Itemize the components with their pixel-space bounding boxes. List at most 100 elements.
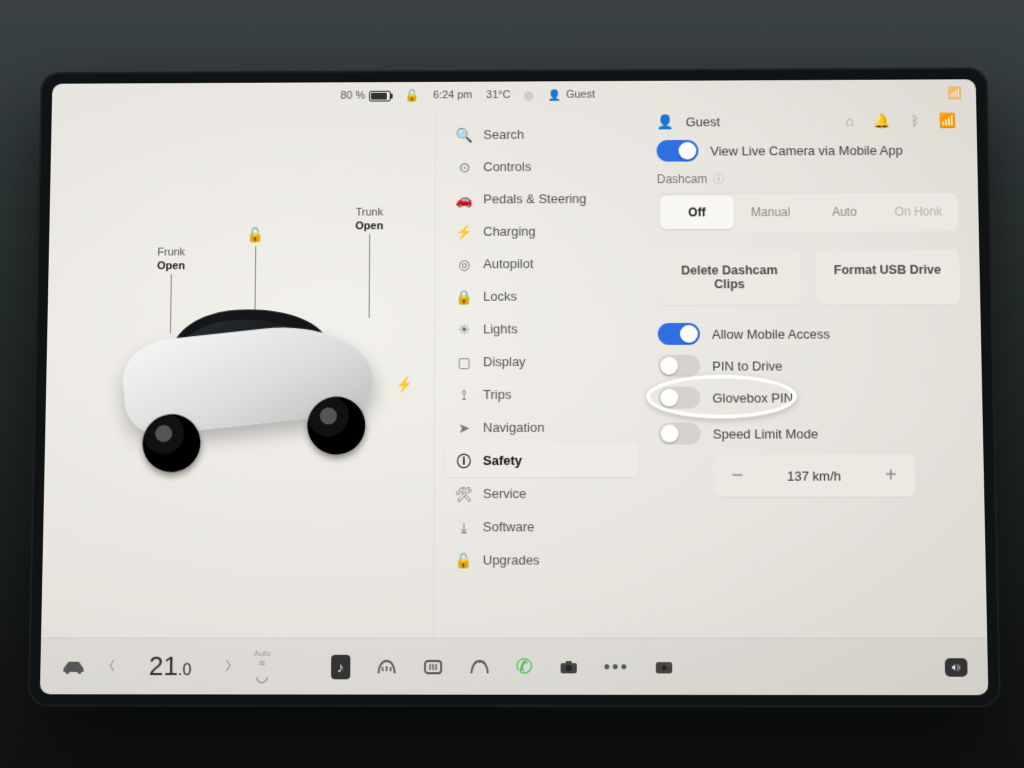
menu-item-locks[interactable]: 🔒Locks [445, 280, 637, 313]
camera-icon[interactable] [559, 660, 577, 674]
delete-dashcam-button[interactable]: Delete Dashcam Clips [657, 249, 801, 305]
homelink-icon[interactable]: ⌂ [845, 113, 854, 130]
car-icon[interactable] [60, 658, 86, 674]
touchscreen-frame: 80 % 🔓 6:24 pm 31°C ◎ 👤 Guest 📶 Frunk Op… [28, 67, 1001, 707]
lock-callout[interactable]: 🔓 [246, 227, 263, 244]
trunk-callout[interactable]: Trunk Open [355, 207, 383, 234]
defrost-rear-icon[interactable] [423, 658, 443, 674]
format-usb-button[interactable]: Format USB Drive [815, 249, 960, 305]
menu-item-pedals-steering[interactable]: 🚗 Pedals & Steering [446, 182, 638, 215]
menu-item-autopilot[interactable]: ◎ Autopilot [445, 247, 637, 280]
menu-item-software[interactable]: ⤓Software [445, 510, 639, 543]
menu-label: Pedals & Steering [483, 191, 586, 206]
bell-icon[interactable]: 🔔 [874, 113, 892, 130]
menu-item-display[interactable]: ▢Display [445, 345, 638, 378]
cabin-temp[interactable]: 21.0 [149, 651, 192, 683]
label-mobile-access: Allow Mobile Access [712, 326, 830, 341]
temp-up[interactable]: 〉 [219, 658, 243, 675]
label-glovebox-pin: Glovebox PIN [712, 390, 793, 405]
speed-decrement-button[interactable]: − [713, 455, 762, 497]
menu-item-navigation[interactable]: ➤Navigation [445, 411, 639, 444]
safety-settings: 👤 Guest ⌂ 🔔 ᛒ 📶 View Live Camera via Mob… [643, 107, 988, 638]
menu-label: Autopilot [483, 256, 533, 271]
dashcam-icon[interactable] [655, 660, 673, 674]
menu-label: Safety [483, 453, 522, 468]
temp-down[interactable]: 〈 [96, 658, 120, 675]
profile-name: Guest [566, 89, 595, 101]
profile-chip[interactable]: 👤 Guest [548, 88, 596, 101]
speed-limit-stepper: − 137 km/h + [713, 454, 915, 496]
info-icon[interactable]: ⓘ [713, 171, 724, 187]
wifi-icon[interactable]: 📶 [939, 112, 957, 129]
more-icon[interactable]: ••• [604, 658, 629, 676]
car-panel: Frunk Open Trunk Open 🔓 ⚡ [41, 109, 435, 638]
menu-icon: ◎ [455, 257, 473, 271]
speed-increment-button[interactable]: + [866, 454, 915, 496]
dashcam-label: Dashcam [657, 172, 707, 186]
frunk-callout[interactable]: Frunk Open [157, 247, 185, 274]
menu-item-lights[interactable]: ☀ Lights [445, 312, 638, 345]
menu-icon: ▢ [455, 355, 473, 369]
toggle-pin-to-drive[interactable] [658, 355, 700, 377]
menu-icon: 🛠 [455, 487, 473, 501]
battery-icon [369, 90, 391, 101]
menu-icon: 🔍 [456, 128, 474, 142]
menu-item-trips[interactable]: ⟟Trips [445, 378, 638, 411]
person-icon: 👤 [548, 89, 562, 102]
menu-item-search[interactable]: 🔍 Search [446, 118, 637, 151]
label-live-camera: View Live Camera via Mobile App [710, 142, 903, 157]
menu-icon: ☀ [455, 322, 473, 336]
music-icon[interactable]: ♪ [331, 654, 350, 678]
menu-item-safety[interactable]: ⓘ Safety [445, 444, 639, 477]
main-area: Frunk Open Trunk Open 🔓 ⚡ [41, 107, 987, 638]
menu-icon: 🚗 [455, 192, 473, 206]
dashcam-option-manual[interactable]: Manual [734, 195, 808, 229]
menu-icon: 🔓 [455, 553, 473, 567]
battery-indicator[interactable]: 80 % [340, 90, 390, 102]
speed-limit-value: 137 km/h [761, 468, 866, 483]
toggle-speed-limit-mode[interactable] [658, 423, 700, 445]
car-illustration: ⚡ [97, 275, 411, 484]
status-bar: 80 % 🔓 6:24 pm 31°C ◎ 👤 Guest 📶 [52, 79, 977, 111]
toggle-mobile-access[interactable] [658, 323, 700, 345]
frunk-label: Frunk [157, 247, 185, 259]
menu-label: Lights [483, 321, 518, 336]
menu-label: Service [483, 486, 527, 501]
toggle-live-camera[interactable] [657, 140, 699, 162]
menu-label: Trips [483, 387, 511, 402]
wifi-icon[interactable]: 📶 [947, 86, 962, 100]
settings-menu: 🔍 Search ⊙Controls 🚗 Pedals & Steering ⚡Charg… [433, 108, 645, 638]
battery-percent: 80 % [340, 90, 365, 102]
menu-label: Upgrades [483, 552, 540, 567]
toggle-glovebox-pin[interactable] [658, 387, 700, 409]
seat-heater-driver[interactable]: Auto ≋ ◟◞ [254, 650, 271, 684]
dashcam-option-auto[interactable]: Auto [807, 195, 881, 229]
menu-icon: ⤓ [455, 520, 473, 534]
outside-temp: 31°C [486, 89, 510, 101]
screen: 80 % 🔓 6:24 pm 31°C ◎ 👤 Guest 📶 Frunk Op… [40, 79, 989, 695]
dashcam-option-on-honk: On Honk [881, 195, 956, 229]
menu-item-charging[interactable]: ⚡Charging [445, 215, 637, 248]
bluetooth-icon[interactable]: ᛒ [911, 113, 920, 130]
defrost-front-icon[interactable] [376, 657, 396, 675]
clock: 6:24 pm [433, 89, 472, 101]
menu-item-upgrades[interactable]: 🔓 Upgrades [444, 543, 639, 576]
menu-label: Navigation [483, 420, 545, 435]
label-pin-to-drive: PIN to Drive [712, 358, 782, 373]
phone-icon[interactable]: ✆ [516, 656, 533, 676]
menu-label: Search [483, 127, 524, 142]
menu-label: Controls [483, 159, 531, 174]
content-user: Guest [686, 115, 721, 130]
sentry-icon[interactable]: ◎ [524, 89, 533, 102]
volume-icon[interactable] [945, 658, 968, 676]
frunk-state: Open [157, 260, 185, 274]
menu-item-controls[interactable]: ⊙Controls [446, 150, 637, 183]
dashcam-option-off[interactable]: Off [660, 196, 734, 230]
charge-port-icon[interactable]: ⚡ [395, 375, 414, 394]
menu-item-service[interactable]: 🛠 Service [445, 477, 639, 510]
lock-icon[interactable]: 🔓 [405, 89, 420, 103]
menu-icon: ⓘ [455, 453, 473, 467]
unlock-icon: 🔓 [246, 227, 263, 243]
wiper-icon[interactable] [469, 657, 489, 675]
menu-icon: 🔒 [455, 289, 473, 303]
